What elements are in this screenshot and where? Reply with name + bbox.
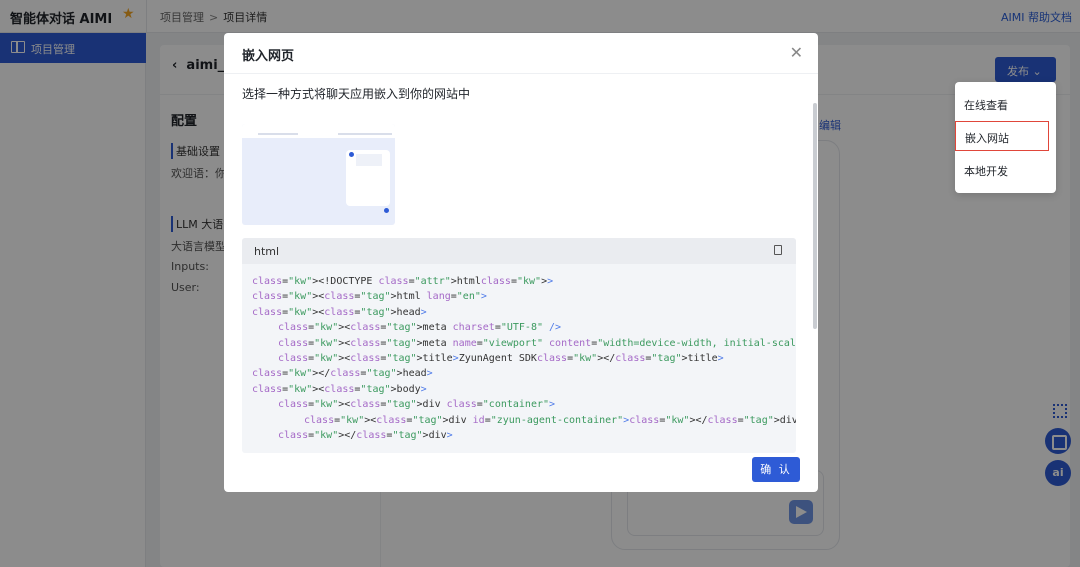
close-icon[interactable]: ✕ (790, 43, 803, 62)
code-line: class="kw"></class="tag">div> (278, 430, 453, 442)
code-block: html class="kw"><!DOCTYPE class="attr">h… (242, 238, 796, 453)
preview-message (356, 154, 382, 166)
code-line: class="kw"><class="tag">body> (252, 383, 427, 395)
preview-avatar (349, 152, 354, 157)
preview-line (258, 133, 298, 135)
embed-modal: 嵌入网页 ✕ 选择一种方式将聊天应用嵌入到你的网站中 html class="k… (224, 33, 818, 492)
preview-fab (384, 208, 389, 213)
confirm-button[interactable]: 确 认 (752, 457, 800, 482)
modal-title: 嵌入网页 (242, 49, 295, 64)
preview-browser-bar (242, 124, 395, 138)
code-content[interactable]: class="kw"><!DOCTYPE class="attr">htmlcl… (252, 274, 796, 443)
code-line: class="kw"><class="tag">title>ZyunAgent … (278, 353, 724, 365)
modal-scrollbar[interactable] (813, 103, 817, 329)
code-line: class="kw"><class="tag">div id="zyun-age… (304, 414, 796, 426)
code-line: class="kw"><class="tag">meta name="viewp… (278, 337, 796, 349)
menu-item-view-online[interactable]: 在线查看 (955, 89, 1056, 119)
copy-icon[interactable] (774, 245, 782, 255)
code-line: class="kw"><class="tag">head> (252, 306, 427, 318)
code-line: class="kw"></class="tag">head> (252, 368, 433, 380)
code-line: class="kw"><class="tag">meta charset="UT… (278, 322, 562, 334)
code-line: class="kw"><class="tag">html lang="en"> (252, 291, 487, 303)
modal-intro: 选择一种方式将聊天应用嵌入到你的网站中 (242, 87, 471, 101)
code-line: class="kw"><!DOCTYPE class="attr">htmlcl… (252, 276, 554, 287)
code-line: class="kw"><class="tag">div class="conta… (278, 399, 556, 411)
menu-item-local-dev[interactable]: 本地开发 (955, 155, 1056, 185)
menu-item-embed-website[interactable]: 嵌入网站 (955, 121, 1049, 151)
preview-line (338, 133, 392, 135)
code-header: html (242, 238, 796, 264)
publish-dropdown: 在线查看 嵌入网站 本地开发 (955, 82, 1056, 193)
code-language: html (254, 245, 280, 258)
modal-header: 嵌入网页 ✕ (224, 33, 818, 74)
embed-preview-image[interactable] (242, 124, 395, 225)
